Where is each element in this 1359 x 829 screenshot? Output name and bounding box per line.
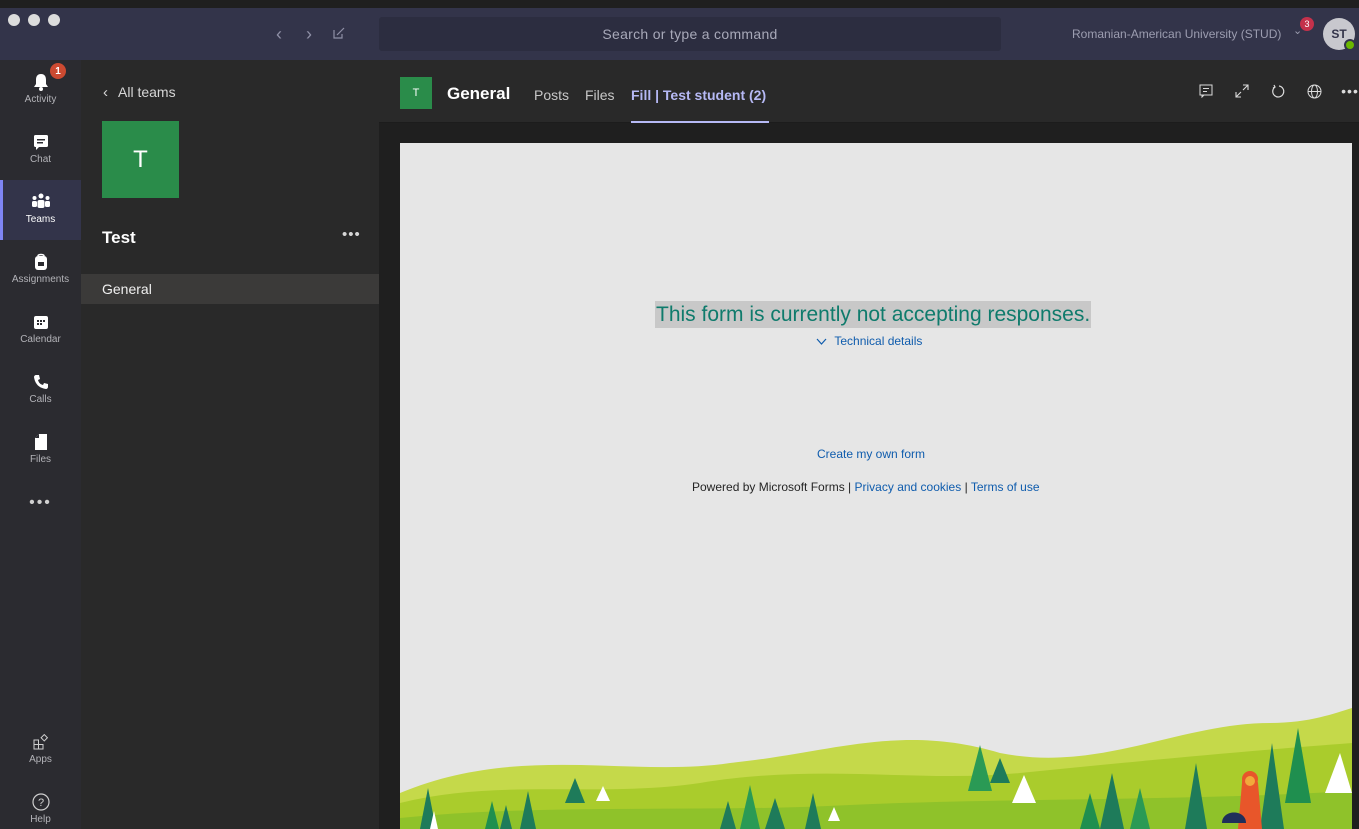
avatar-initials: ST	[1331, 27, 1347, 41]
app-rail: Activity 1 Chat Teams Assignments Calend…	[0, 60, 81, 829]
expand-icon[interactable]	[1233, 82, 1251, 100]
channel-item-general[interactable]: General	[81, 274, 379, 304]
team-name: Test	[102, 228, 136, 247]
maximize-window-button[interactable]	[48, 14, 60, 26]
team-more-options-button[interactable]: •••	[342, 226, 361, 243]
reload-icon[interactable]	[1269, 82, 1287, 100]
minimize-window-button[interactable]	[28, 14, 40, 26]
help-icon: ?	[31, 792, 51, 812]
rail-item-chat[interactable]: Chat	[0, 120, 81, 180]
create-my-own-form-link[interactable]: Create my own form	[817, 447, 925, 461]
conversation-icon[interactable]	[1197, 82, 1215, 100]
tab-posts[interactable]: Posts	[534, 87, 569, 103]
org-switcher-label[interactable]: Romanian-American University (STUD)	[1072, 27, 1281, 41]
rail-item-label: Activity	[24, 94, 57, 105]
presence-available-icon	[1344, 39, 1356, 51]
org-notification-badge: 3	[1300, 17, 1314, 31]
rail-item-label: Help	[30, 814, 51, 825]
team-avatar-tile: T	[102, 121, 179, 198]
rail-item-help[interactable]: ? Help	[0, 780, 81, 829]
window-controls	[8, 14, 60, 26]
form-closed-message: This form is currently not accepting res…	[655, 301, 1092, 328]
search-input[interactable]: Search or type a command	[379, 17, 1001, 51]
calendar-icon	[31, 312, 51, 332]
rail-item-label: Calls	[29, 394, 52, 405]
apps-icon	[31, 732, 51, 752]
teams-icon	[31, 192, 51, 212]
channel-label: General	[102, 281, 152, 297]
backpack-icon	[31, 252, 51, 272]
back-arrow-icon[interactable]: ‹	[272, 25, 286, 43]
title-bar: ‹ › Search or type a command Romanian-Am…	[0, 8, 1359, 60]
rail-item-calendar[interactable]: Calendar	[0, 300, 81, 360]
rail-item-calls[interactable]: Calls	[0, 360, 81, 420]
powered-by-text: Powered by Microsoft Forms |	[692, 480, 852, 494]
rail-item-files[interactable]: Files	[0, 420, 81, 480]
rail-item-label: Apps	[29, 754, 52, 765]
bell-icon	[31, 72, 51, 92]
activity-count-badge: 1	[50, 63, 66, 79]
channel-team-tile: T	[400, 77, 432, 109]
phone-icon	[31, 372, 51, 392]
hills-illustration	[400, 708, 1352, 829]
globe-icon[interactable]	[1305, 82, 1323, 100]
rail-item-label: Teams	[25, 214, 56, 225]
back-label: All teams	[118, 84, 176, 100]
rail-item-teams[interactable]: Teams	[0, 180, 81, 240]
rail-item-assignments[interactable]: Assignments	[0, 240, 81, 300]
ellipsis-icon: •••	[29, 494, 52, 511]
chevron-left-icon: ‹	[103, 84, 108, 101]
team-panel: ‹ All teams T Test ••• General	[81, 60, 379, 829]
chat-icon	[31, 132, 51, 152]
close-window-button[interactable]	[8, 14, 20, 26]
rail-item-activity[interactable]: Activity 1	[0, 60, 81, 120]
terms-of-use-link[interactable]: Terms of use	[971, 480, 1040, 494]
rail-item-label: Files	[29, 454, 52, 465]
rail-item-apps[interactable]: Apps	[0, 720, 81, 780]
form-content-frame: This form is currently not accepting res…	[400, 143, 1352, 829]
forward-arrow-icon[interactable]: ›	[302, 25, 316, 43]
tab-fill-form[interactable]: Fill | Test student (2)	[631, 87, 766, 103]
active-tab-indicator	[631, 121, 769, 123]
svg-text:?: ?	[37, 797, 43, 809]
header-actions: •••	[1197, 82, 1359, 100]
navigation-buttons: ‹ ›	[272, 25, 346, 43]
all-teams-back-link[interactable]: ‹ All teams	[103, 84, 176, 101]
footer-separator: |	[964, 480, 968, 494]
rail-item-label: Calendar	[20, 334, 61, 345]
teams-app-window: ‹ › Search or type a command Romanian-Am…	[0, 0, 1359, 829]
tab-files[interactable]: Files	[585, 87, 615, 103]
file-icon	[31, 432, 51, 452]
channel-header: T General Posts Files Fill | Test studen…	[379, 60, 1359, 123]
chevron-down-icon	[816, 334, 830, 348]
rail-item-label: Assignments	[11, 274, 70, 285]
compose-icon[interactable]	[332, 25, 346, 43]
channel-name: General	[447, 84, 511, 103]
technical-details-toggle[interactable]: Technical details	[816, 334, 922, 348]
avatar[interactable]: ST	[1323, 18, 1356, 51]
privacy-and-cookies-link[interactable]: Privacy and cookies	[855, 480, 962, 494]
more-options-icon[interactable]: •••	[1341, 82, 1359, 100]
more-apps-button[interactable]: •••	[0, 488, 81, 548]
technical-details-label: Technical details	[834, 334, 923, 348]
forms-footer: Powered by Microsoft Forms | Privacy and…	[692, 480, 1040, 494]
rail-item-label: Chat	[29, 154, 52, 165]
